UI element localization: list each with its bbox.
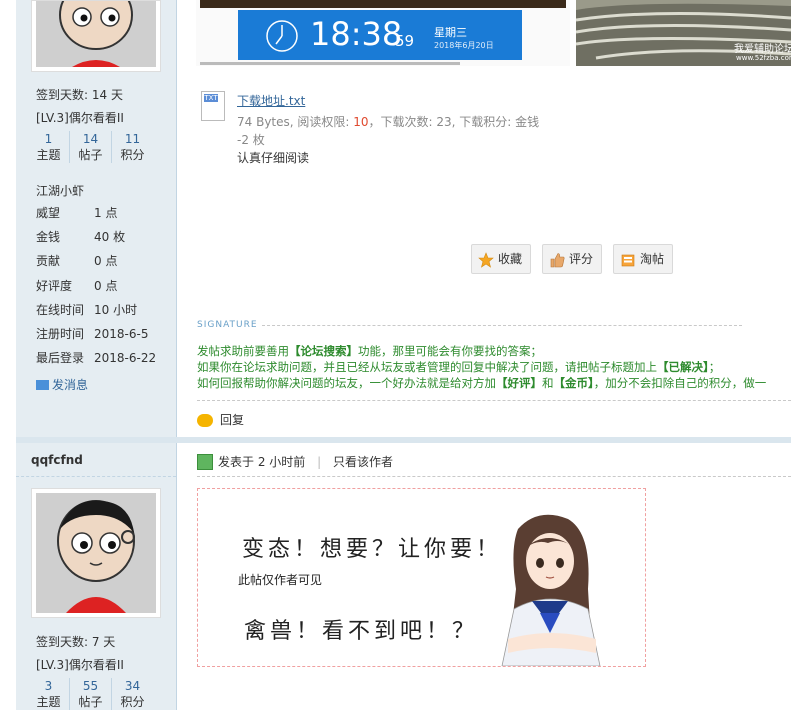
post-header-divider [197, 476, 791, 477]
sidebar-divider [16, 476, 176, 477]
envelope-icon [36, 379, 49, 390]
collect-button[interactable]: 淘帖 [613, 244, 674, 274]
clock-panel: 18:38 59 星期三 2018年6月20日 [238, 10, 522, 60]
signature-label: SIGNATURE [197, 320, 258, 330]
user-level[interactable]: [LV.3]偶尔看看II [36, 656, 124, 673]
thumbs-up-icon [550, 252, 565, 267]
signature-line-3: 如何回报帮助你解决问题的坛友，一个好办法就是给对方加【好评】和【金币】，加分不会… [197, 376, 767, 390]
signature-line-1: 发帖求助前要善用【论坛搜索】功能，那里可能会有你要找的答案； [197, 344, 542, 358]
sign-days: 签到天数: 7 天 [36, 635, 116, 649]
reply-button[interactable]: 回复 [197, 411, 244, 428]
hidden-note: 此帖仅作者可见 [238, 573, 323, 587]
banner-caption: 我爱辅助论坛 [734, 44, 791, 55]
stat-points[interactable]: 11 积分 [112, 131, 153, 163]
user-title: 江湖小虾 [36, 184, 85, 198]
post-image-terraces[interactable]: 我爱辅助论坛 www.52fzba.com [576, 0, 791, 66]
tray-icon [621, 254, 635, 266]
post-author-name[interactable]: qqfcfnd [31, 453, 83, 467]
post-image-clock[interactable]: 18:38 59 星期三 2018年6月20日 [196, 0, 570, 66]
stat-posts[interactable]: 55 帖子 [70, 678, 112, 710]
banner-url: www.52fzba.com [736, 54, 791, 62]
avatar[interactable] [31, 488, 161, 618]
avatar[interactable] [31, 0, 161, 72]
hand-text-2: 禽兽！看不到吧！？ [244, 619, 479, 644]
stat-points[interactable]: 34 积分 [112, 678, 153, 710]
clock-time: 18:38 [310, 15, 403, 53]
clock-seconds: 59 [395, 32, 415, 50]
post-meta: 发表于 2 小时前 | 只看该作者 [197, 453, 393, 471]
user-stats: 3 主题 55 帖子 34 积分 [28, 678, 153, 710]
rate-button[interactable]: 评分 [542, 244, 603, 274]
hand-text-1: 变态！想要？让你要！ [242, 537, 503, 562]
signature-bottom-divider [197, 400, 791, 401]
attachment-meta: 74 Bytes, 阅读权限: 10，下载次数: 23, 下载积分: 金钱 [237, 115, 540, 129]
user-level[interactable]: [LV.3]偶尔看看II [36, 109, 124, 126]
send-message-link[interactable]: 发消息 [36, 376, 88, 393]
clock-date: 2018年6月20日 [434, 41, 494, 50]
online-status-icon [197, 453, 213, 470]
favorite-button[interactable]: 收藏 [471, 244, 532, 274]
hidden-content-box: 变态！想要？让你要！ 此帖仅作者可见 禽兽！看不到吧！？ [197, 488, 646, 667]
star-icon [478, 251, 494, 268]
stat-threads[interactable]: 3 主题 [28, 678, 70, 710]
stat-threads[interactable]: 1 主题 [28, 131, 70, 163]
clock-weekday: 星期三 [434, 26, 467, 39]
signature-divider [262, 325, 742, 326]
author-only-link[interactable]: 只看该作者 [333, 455, 393, 469]
signature-line-2: 如果你在论坛求助问题，并且已经从坛友或者管理的回复中解决了问题，请把帖子标题加上… [197, 360, 721, 374]
post-separator [16, 437, 791, 443]
anime-girl-image [501, 514, 601, 666]
attachment-cost: -2 枚 [237, 133, 265, 147]
sign-days: 签到天数: 14 天 [36, 88, 123, 102]
attachment-link[interactable]: 下载地址.txt [237, 92, 305, 109]
user-stats: 1 主题 14 帖子 11 积分 [28, 131, 153, 163]
file-txt-icon: TXT [201, 91, 225, 121]
stat-posts[interactable]: 14 帖子 [70, 131, 112, 163]
clock-icon [266, 20, 298, 52]
post-time: 发表于 2 小时前 [218, 455, 306, 469]
speech-bubble-icon [197, 414, 213, 427]
attachment-note: 认真仔细阅读 [237, 151, 310, 165]
